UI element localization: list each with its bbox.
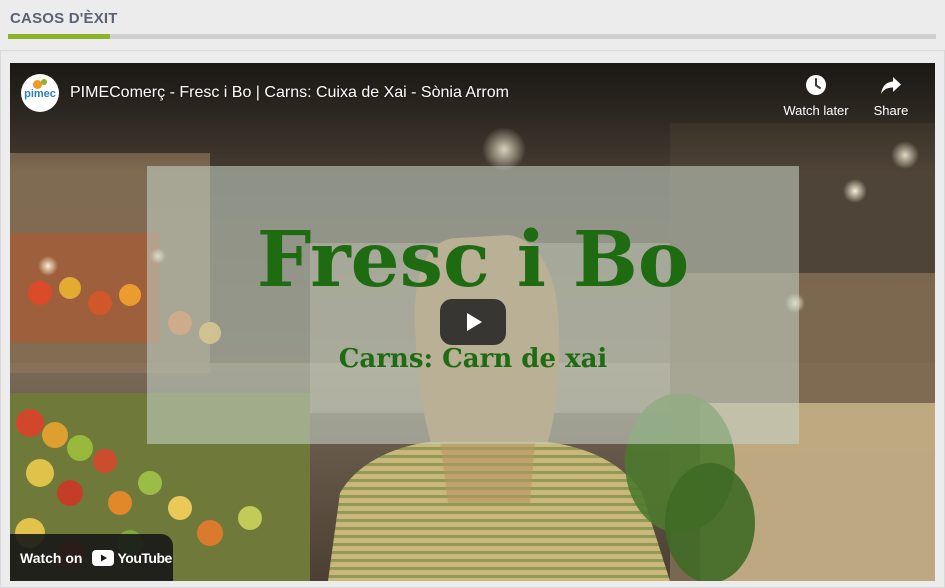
youtube-logo: YouTube — [92, 549, 172, 566]
watch-later-label: Watch later — [783, 103, 849, 118]
overlay-title: Fresc i Bo — [256, 215, 690, 305]
section-divider-accent — [8, 34, 110, 39]
watch-on-label: Watch on — [20, 549, 83, 566]
watch-on-youtube-button[interactable]: Watch on YouTube — [10, 534, 173, 581]
watch-later-button[interactable]: Watch later — [776, 73, 856, 123]
logo-dot — [41, 79, 47, 85]
casos-exit-widget: CASOS D'ÈXIT pimec PIMEComerç - Fresc i … — [0, 0, 945, 588]
channel-logo-text: pimec — [24, 88, 56, 100]
share-button[interactable]: Share — [851, 73, 931, 123]
share-label: Share — [873, 103, 909, 118]
overlay-subtitle: Carns: Carn de xai — [338, 344, 608, 374]
section-title: CASOS D'ÈXIT — [10, 10, 118, 27]
section-divider — [8, 34, 936, 39]
channel-avatar[interactable]: pimec — [21, 74, 59, 112]
section-header: CASOS D'ÈXIT — [8, 6, 936, 40]
share-arrow-icon — [881, 77, 901, 94]
clock-icon — [806, 75, 826, 95]
youtube-embed[interactable]: pimec PIMEComerç - Fresc i Bo | Carns: C… — [10, 63, 935, 581]
play-button[interactable] — [440, 299, 506, 345]
youtube-wordmark: YouTube — [117, 549, 172, 566]
video-title-link[interactable]: PIMEComerç - Fresc i Bo | Carns: Cuixa d… — [70, 84, 509, 102]
play-icon — [467, 313, 482, 331]
youtube-play-icon — [92, 549, 115, 566]
